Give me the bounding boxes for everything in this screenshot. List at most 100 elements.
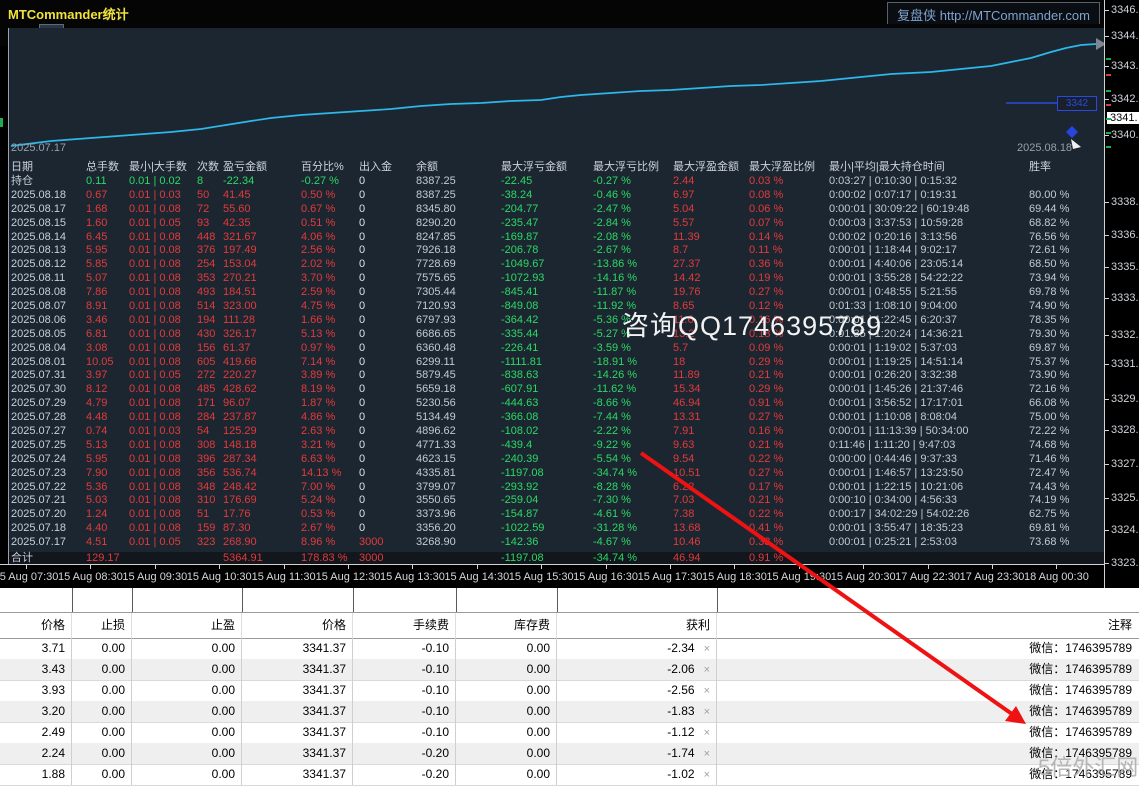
profit-value: -2.34: [667, 641, 694, 655]
time-axis-tick: [26, 565, 27, 569]
chart-tick: [1106, 74, 1111, 76]
profit-value: -1.83: [667, 704, 694, 718]
time-axis-tick: [284, 565, 285, 569]
time-axis-label: 15 Aug 12:30: [316, 571, 381, 583]
stats-col-header: 最大浮盈金额: [673, 160, 749, 175]
time-axis-tick: [155, 565, 156, 569]
profit-value: -1.02: [667, 767, 694, 781]
price-tick: [1105, 430, 1109, 431]
trade-cell-price: 3341.37: [242, 764, 353, 785]
stats-col-header: 日期: [11, 160, 86, 175]
close-position-icon[interactable]: ×: [704, 685, 710, 697]
price-tick: [1105, 10, 1109, 11]
price-tick: [1105, 267, 1109, 268]
price-label: 3323.: [1111, 557, 1139, 569]
price-tick: [1105, 298, 1109, 299]
close-position-icon[interactable]: ×: [704, 706, 710, 718]
stats-table-header: 日期总手数最小|大手数次数盈亏金额百分比%出入金余额最大浮亏金额最大浮亏比例最大…: [11, 160, 1104, 175]
stats-row: 2025.08.151.600.01 | 0.059342.350.51 %08…: [11, 217, 1104, 231]
time-axis-label: 15 Aug 10:30: [187, 571, 252, 583]
chart-tick: [1106, 90, 1111, 92]
stats-row: 2025.07.245.950.01 | 0.08396287.346.63 %…: [11, 453, 1104, 467]
stats-col-header: 胜率: [1029, 160, 1104, 175]
equity-chart: [9, 28, 1105, 168]
price-label: 3342.: [1111, 93, 1139, 105]
price-tick: [1105, 563, 1109, 564]
chart-date-end: 2025.08.18: [1017, 142, 1072, 154]
time-axis-tick: [799, 565, 800, 569]
stats-row: 2025.08.125.850.01 | 0.08254153.042.02 %…: [11, 258, 1104, 272]
stats-row: 2025.07.284.480.01 | 0.08284237.874.86 %…: [11, 411, 1104, 425]
trade-cell-comment: 微信：1746395789: [717, 659, 1139, 680]
trade-cell-sl: 0.00: [72, 680, 132, 701]
time-axis-label: 15 Aug 19:30: [766, 571, 831, 583]
stats-col-header: 总手数: [86, 160, 129, 175]
price-label: 3336.: [1111, 229, 1139, 241]
trade-row: 3.200.000.003341.37-0.100.00-1.83×微信：174…: [0, 701, 1139, 723]
time-axis-tick: [412, 565, 413, 569]
trade-cell-sl: 0.00: [72, 659, 132, 680]
trade-cell-commission: -0.10: [353, 659, 456, 680]
trade-cell-swap: 0.00: [456, 722, 557, 743]
price-tick: [1105, 498, 1109, 499]
trade-cell-swap: 0.00: [456, 764, 557, 785]
trade-cell-profit: -2.56×: [557, 680, 717, 701]
trade-cell-tp: 0.00: [132, 701, 242, 722]
trade-cell-price: 3341.37: [242, 680, 353, 701]
chart-tick: [1106, 146, 1111, 148]
terminal-col-header: 价格: [0, 613, 72, 638]
stats-row: 2025.08.146.450.01 | 0.08448321.674.06 %…: [11, 231, 1104, 245]
time-axis-tick: [477, 565, 478, 569]
profit-value: -2.06: [667, 662, 694, 676]
trade-cell-price: 3341.37: [242, 743, 353, 764]
time-axis-label: 17 Aug 22:30: [895, 571, 960, 583]
close-position-icon[interactable]: ×: [704, 748, 710, 760]
column-separator: [717, 588, 718, 612]
time-axis-tick: [992, 565, 993, 569]
time-axis-label: 15 Aug 20:30: [831, 571, 896, 583]
price-label: 3331.: [1111, 358, 1139, 370]
time-axis-tick: [1056, 565, 1057, 569]
price-tick: [1105, 99, 1109, 100]
stats-row: 2025.07.174.510.01 | 0.05323268.908.96 %…: [11, 536, 1104, 550]
stats-row: 2025.08.171.680.01 | 0.087255.600.67 %08…: [11, 203, 1104, 217]
trade-cell-tp: 0.00: [132, 722, 242, 743]
trade-row: 3.710.000.003341.37-0.100.00-2.34×微信：174…: [0, 638, 1139, 660]
stats-row: 2025.08.087.860.01 | 0.08493184.512.59 %…: [11, 286, 1104, 300]
price-label: 3340.: [1111, 129, 1139, 141]
trade-cell-swap: 0.00: [456, 701, 557, 722]
column-separator: [353, 588, 354, 612]
stats-row: 2025.08.115.070.01 | 0.08353270.213.70 %…: [11, 272, 1104, 286]
time-axis-label: 15 Aug 18:30: [702, 571, 767, 583]
trade-cell-sl: 0.00: [72, 638, 132, 659]
trade-cell-comment: 微信：1746395789: [717, 680, 1139, 701]
stats-row: 2025.08.180.670.01 | 0.035041.450.50 %08…: [11, 189, 1104, 203]
stats-col-header: 盈亏金额: [223, 160, 301, 175]
diamond-marker: [1066, 126, 1078, 138]
column-separator: [72, 588, 73, 612]
price-tick: [1105, 66, 1109, 67]
stats-col-header: 余额: [416, 160, 501, 175]
trade-cell-profit: -2.06 ×: [557, 659, 717, 680]
stats-table-body: 持仓0.110.01 | 0.028-22.34-0.27 %08387.25-…: [11, 175, 1104, 550]
terminal-col-header: 库存费: [456, 613, 557, 638]
trade-cell-price: 3341.37: [242, 638, 353, 659]
trade-cell-profit: -1.12 ×: [557, 722, 717, 743]
price-tick: [1105, 202, 1109, 203]
time-axis-tick: [670, 565, 671, 569]
price-tick: [1105, 135, 1109, 136]
trade-cell-profit: -2.34 ×: [557, 638, 717, 659]
trade-cell-swap: 0.00: [456, 743, 557, 764]
close-position-icon[interactable]: ×: [704, 769, 710, 781]
price-tick: [1105, 364, 1109, 365]
time-axis-label: 15 Aug 17:30: [638, 571, 703, 583]
price-tick: [1105, 235, 1109, 236]
stats-col-header: 最小|大手数: [129, 160, 197, 175]
stats-col-header: 百分比%: [301, 160, 359, 175]
close-position-icon[interactable]: ×: [704, 727, 710, 739]
profit-value: -1.12: [667, 725, 694, 739]
close-position-icon[interactable]: ×: [704, 643, 710, 655]
close-position-icon[interactable]: ×: [704, 664, 710, 676]
time-axis-tick: [606, 565, 607, 569]
terminal-top-strip: [0, 588, 1139, 612]
